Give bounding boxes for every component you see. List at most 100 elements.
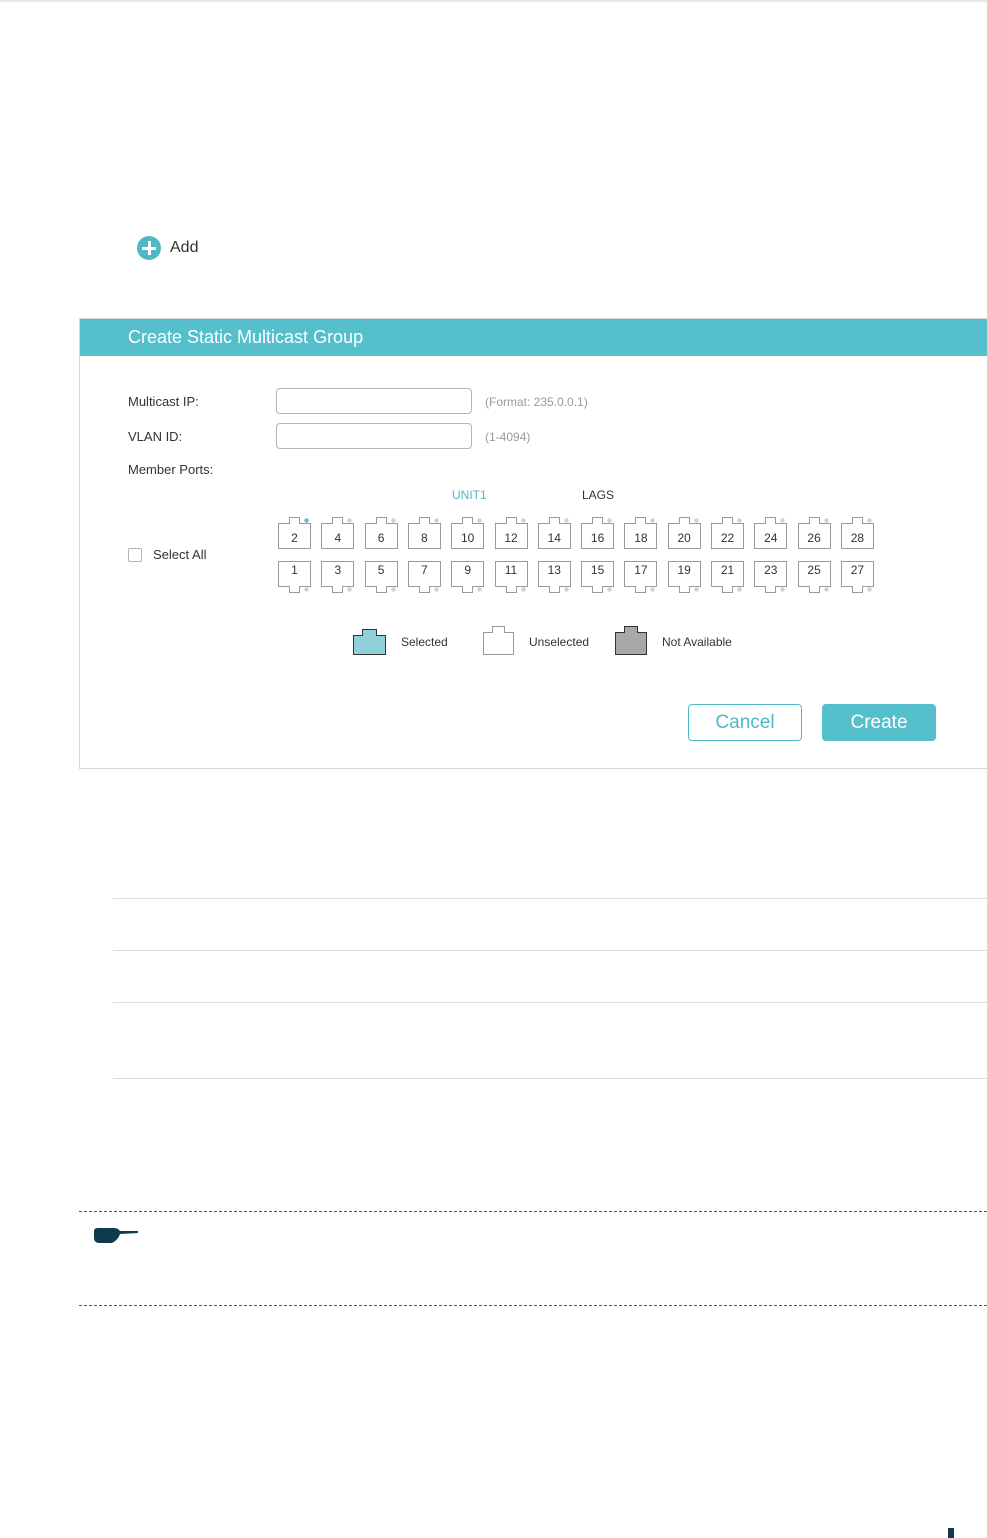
port-status-dot bbox=[823, 587, 829, 592]
port-number: 1 bbox=[291, 563, 298, 577]
port-2[interactable]: 2 bbox=[278, 517, 311, 549]
port-status-dot bbox=[477, 518, 482, 523]
port-21[interactable]: 21 bbox=[711, 561, 744, 593]
vlan-id-label: VLAN ID: bbox=[128, 429, 183, 444]
port-number: 15 bbox=[590, 563, 605, 577]
port-status-dot bbox=[477, 587, 482, 592]
port-number: 25 bbox=[807, 563, 821, 577]
port-status-dot bbox=[390, 518, 396, 523]
port-status-dot bbox=[650, 587, 656, 592]
note-top-border bbox=[79, 1211, 987, 1212]
port-4[interactable]: 4 bbox=[321, 517, 355, 549]
select-all-checkbox[interactable]: Select All bbox=[128, 547, 206, 562]
port-number: 21 bbox=[720, 563, 735, 577]
port-number: 22 bbox=[720, 531, 735, 545]
port-number: 5 bbox=[377, 563, 385, 577]
port-10[interactable]: 10 bbox=[451, 517, 485, 549]
port-number: 26 bbox=[807, 531, 821, 545]
table-divider bbox=[113, 898, 987, 899]
table-divider bbox=[113, 1078, 987, 1079]
port-number: 7 bbox=[421, 563, 428, 577]
vlan-id-input[interactable] bbox=[276, 423, 472, 449]
port-number: 19 bbox=[677, 563, 691, 577]
port-22[interactable]: 22 bbox=[711, 517, 744, 549]
port-15[interactable]: 15 bbox=[581, 561, 615, 593]
port-status-dot bbox=[867, 587, 872, 592]
port-19[interactable]: 19 bbox=[667, 561, 701, 593]
port-28[interactable]: 28 bbox=[840, 517, 874, 549]
port-unselected-icon bbox=[483, 625, 514, 660]
port-number: 8 bbox=[421, 531, 428, 545]
create-button[interactable]: Create bbox=[822, 704, 936, 741]
port-number: 10 bbox=[461, 531, 475, 545]
select-all-label: Select All bbox=[153, 547, 207, 562]
vlan-id-hint: (1-4094) bbox=[485, 430, 531, 444]
tab-lags[interactable]: LAGS bbox=[582, 488, 614, 502]
port-11[interactable]: 11 bbox=[494, 561, 528, 593]
port-status-dot bbox=[520, 587, 526, 592]
cancel-button[interactable]: Cancel bbox=[688, 704, 802, 741]
port-20[interactable]: 20 bbox=[667, 517, 701, 549]
add-button[interactable]: Add bbox=[137, 236, 198, 260]
table-divider bbox=[113, 950, 987, 951]
port-number: 4 bbox=[334, 531, 342, 545]
top-divider bbox=[0, 0, 987, 2]
port-number: 11 bbox=[504, 563, 518, 577]
port-status-dot bbox=[867, 518, 872, 523]
port-number: 14 bbox=[547, 531, 561, 545]
legend-not-available-label: Not Available bbox=[662, 635, 732, 649]
port-6[interactable]: 6 bbox=[364, 517, 398, 549]
port-number: 20 bbox=[677, 531, 691, 545]
port-status-dot bbox=[304, 587, 309, 592]
create-static-multicast-group-panel: Create Static Multicast Group Multicast … bbox=[79, 318, 987, 769]
port-status-dot bbox=[650, 518, 656, 523]
port-23[interactable]: 23 bbox=[754, 561, 788, 593]
legend-selected-label: Selected bbox=[401, 635, 448, 649]
port-7[interactable]: 7 bbox=[407, 561, 441, 593]
legend-not-available: Not Available bbox=[615, 625, 732, 657]
note-bottom-border bbox=[79, 1305, 987, 1306]
port-18[interactable]: 18 bbox=[624, 517, 658, 549]
port-12[interactable]: 12 bbox=[494, 517, 528, 549]
port-5[interactable]: 5 bbox=[364, 561, 398, 593]
multicast-ip-label: Multicast IP: bbox=[128, 394, 199, 409]
port-8[interactable]: 8 bbox=[407, 517, 441, 549]
port-number: 18 bbox=[634, 531, 648, 545]
port-status-dot bbox=[737, 518, 742, 523]
tab-unit1[interactable]: UNIT1 bbox=[452, 488, 487, 502]
port-25[interactable]: 25 bbox=[797, 561, 831, 593]
port-status-dot bbox=[304, 518, 309, 523]
port-status-dot bbox=[434, 587, 439, 592]
port-number: 9 bbox=[464, 563, 472, 577]
port-selected-icon bbox=[353, 625, 386, 660]
multicast-ip-input[interactable] bbox=[276, 388, 472, 414]
port-9[interactable]: 9 bbox=[451, 561, 485, 593]
port-24[interactable]: 24 bbox=[754, 517, 788, 549]
port-status-dot bbox=[607, 518, 612, 523]
member-ports-label: Member Ports: bbox=[128, 462, 214, 477]
port-number: 3 bbox=[334, 563, 342, 577]
port-14[interactable]: 14 bbox=[537, 517, 571, 549]
legend-selected: Selected bbox=[353, 627, 448, 657]
port-status-dot bbox=[347, 587, 352, 592]
port-number: 6 bbox=[377, 531, 385, 545]
port-status-dot bbox=[737, 587, 742, 592]
port-26[interactable]: 26 bbox=[797, 517, 831, 549]
legend-unselected: Unselected bbox=[483, 625, 589, 660]
port-status-dot bbox=[434, 518, 439, 523]
panel-header: Create Static Multicast Group bbox=[80, 319, 987, 356]
port-13[interactable]: 13 bbox=[537, 561, 571, 593]
port-status-dot bbox=[780, 518, 785, 523]
port-3[interactable]: 3 bbox=[321, 561, 355, 593]
port-17[interactable]: 17 bbox=[624, 561, 658, 593]
port-number: 16 bbox=[590, 531, 605, 545]
port-16[interactable]: 16 bbox=[581, 517, 615, 549]
port-status-dot bbox=[693, 587, 699, 592]
port-1[interactable]: 1 bbox=[278, 561, 311, 593]
table-divider bbox=[113, 1002, 987, 1003]
port-status-dot bbox=[780, 587, 785, 592]
port-status-dot bbox=[607, 587, 612, 592]
port-number: 2 bbox=[291, 531, 298, 545]
port-status-dot bbox=[564, 587, 569, 592]
port-27[interactable]: 27 bbox=[840, 561, 874, 593]
